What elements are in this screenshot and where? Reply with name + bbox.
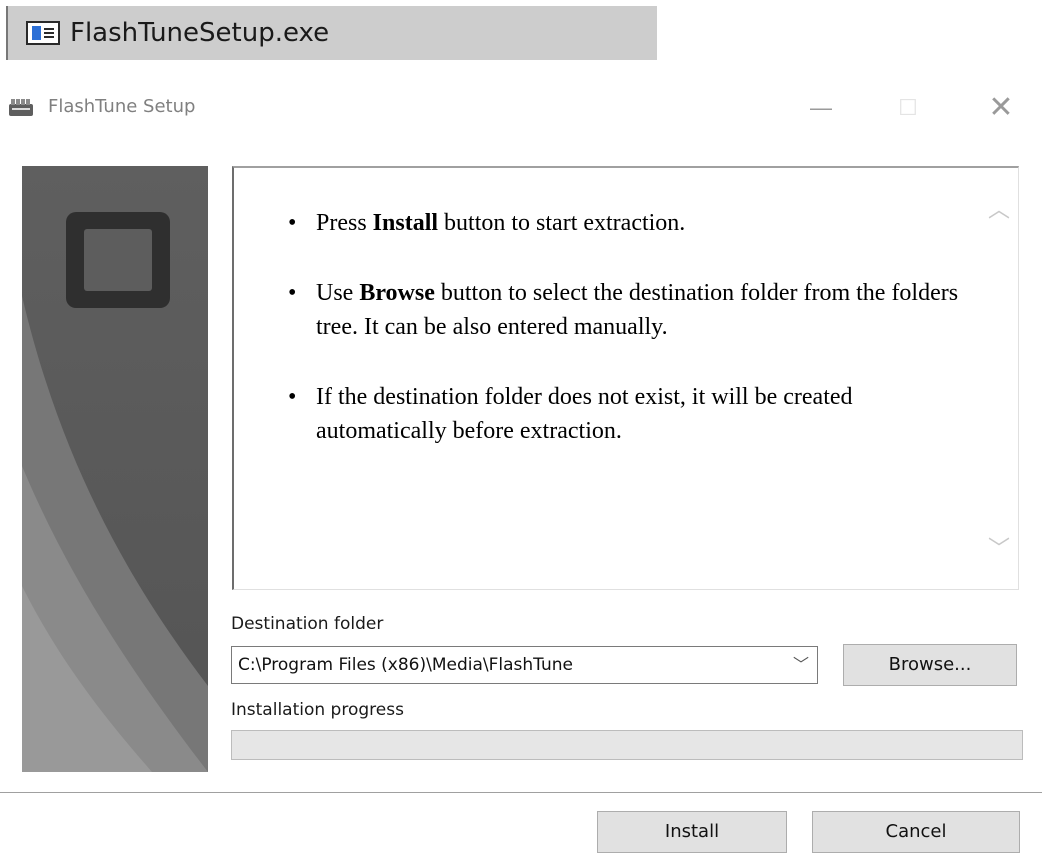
scroll-up-icon[interactable]: ︿ [988,192,1010,224]
title-bar: FlashTune Setup — ☐ ✕ [0,88,1042,128]
install-button[interactable]: Install [597,811,787,853]
setup-banner-image [22,166,208,772]
info-item: • If the destination folder does not exis… [288,384,853,444]
file-name: FlashTuneSetup.exe [70,18,330,48]
info-item: • Press Install button to start extractio… [288,210,686,236]
installation-progress-bar [231,730,1023,760]
maximize-button[interactable]: ☐ [885,88,931,128]
info-list: • Press Install button to start extractio… [288,206,968,484]
close-button[interactable]: ✕ [978,88,1024,128]
destination-folder-value: C:\Program Files (x86)\Media\FlashTune [238,655,573,675]
info-text-box: • Press Install button to start extractio… [232,166,1019,590]
installer-app-icon [9,99,33,116]
installation-progress-label: Installation progress [231,700,404,720]
file-name-bar: FlashTuneSetup.exe [6,6,657,60]
info-item: • Use Browse button to select the destina… [288,280,959,340]
footer-divider [0,792,1042,793]
cancel-button[interactable]: Cancel [812,811,1020,853]
chevron-down-icon[interactable]: ﹀ [793,647,809,683]
window-app-icon [26,21,60,45]
scroll-down-icon[interactable]: ﹀ [988,531,1010,563]
minimize-button[interactable]: — [798,88,844,128]
browse-button[interactable]: Browse... [843,644,1017,686]
destination-folder-label: Destination folder [231,614,384,634]
destination-folder-combobox[interactable]: C:\Program Files (x86)\Media\FlashTune ﹀ [231,646,818,684]
window-title: FlashTune Setup [48,96,196,117]
